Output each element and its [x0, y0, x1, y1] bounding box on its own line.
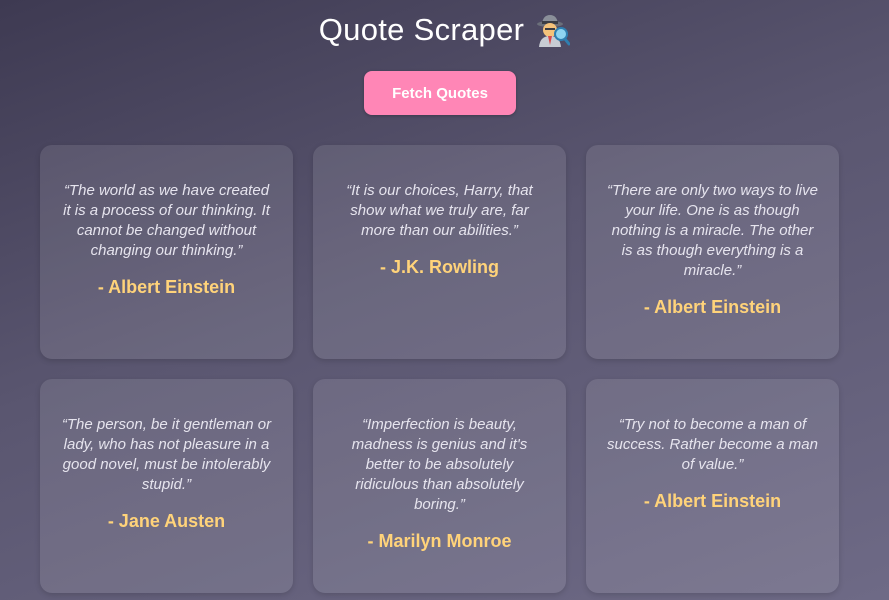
quotes-grid: “The world as we have created it is a pr…: [40, 145, 839, 593]
quote-text: “It is our choices, Harry, that show wha…: [346, 182, 533, 239]
quote-card: “Imperfection is beauty, madness is geni…: [313, 379, 566, 593]
quote-card: “Try not to become a man of success. Rat…: [586, 379, 839, 593]
quote-author: - Jane Austen: [107, 511, 226, 531]
quote-card: “It is our choices, Harry, that show wha…: [313, 145, 566, 359]
fetch-quotes-button[interactable]: Fetch Quotes: [364, 71, 516, 115]
quote-text: “The person, be it gentleman or lady, wh…: [61, 416, 272, 493]
quote-card: “The person, be it gentleman or lady, wh…: [40, 379, 293, 593]
quote-author: - J.K. Rowling: [380, 257, 499, 277]
spy-detective-icon: [534, 12, 571, 48]
quote-text: “Try not to become a man of success. Rat…: [607, 416, 818, 473]
quote-author: - Albert Einstein: [643, 297, 782, 317]
quote-text: “Imperfection is beauty, madness is geni…: [351, 416, 528, 513]
page-title: Quote Scraper: [319, 12, 571, 48]
quote-text: “The world as we have created it is a pr…: [63, 182, 270, 259]
page-header: Quote Scraper: [0, 12, 889, 48]
quote-author: - Marilyn Monroe: [367, 531, 512, 551]
quote-author: - Albert Einstein: [97, 277, 236, 297]
quote-card: “There are only two ways to live your li…: [586, 145, 839, 359]
page-title-text: Quote Scraper: [318, 12, 525, 47]
quote-text: “There are only two ways to live your li…: [607, 182, 818, 279]
quote-author: - Albert Einstein: [643, 491, 782, 511]
quote-card: “The world as we have created it is a pr…: [40, 145, 293, 359]
